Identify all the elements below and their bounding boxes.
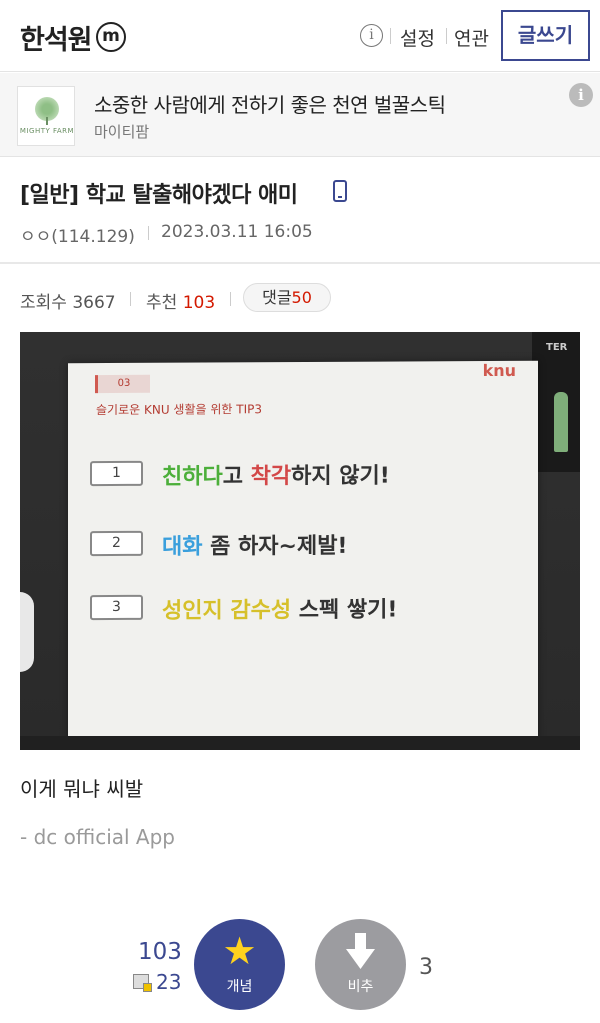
post-title: [일반] 학교 탈출해야겠다 애미 xyxy=(20,183,298,208)
star-icon: ★ xyxy=(222,929,257,973)
slide-row-number: 3 xyxy=(90,594,143,621)
advertiser-logo-text: MIGHTY FARM xyxy=(19,127,75,135)
upvote-button[interactable]: ★ 개념 xyxy=(194,919,285,1010)
bottle-shape xyxy=(554,392,568,452)
divider xyxy=(130,292,131,306)
slide-logo: knu xyxy=(482,360,516,381)
view-count-value: 3667 xyxy=(72,293,116,313)
slide-text-part: 성인지 감수성 xyxy=(162,598,292,624)
ad-advertiser: 마이티팜 xyxy=(94,123,150,141)
ad-title[interactable]: 소중한 사람에게 전하기 좋은 천연 벌꿀스틱 xyxy=(94,89,446,118)
arrow-down-icon xyxy=(346,933,375,969)
divider xyxy=(0,262,600,264)
ad-banner[interactable]: MIGHTY FARM 소중한 사람에게 전하기 좋은 천연 벌꿀스틱 마이티팜… xyxy=(0,73,600,157)
view-count: 조회수 3667 xyxy=(20,288,116,313)
projected-slide: 03 knu 슬기로운 KNU 생활을 위한 TIP3 1 친하다고 착각하지 … xyxy=(68,360,538,746)
downvote-label: 비추 xyxy=(347,979,374,995)
comment-button[interactable]: 댓글50 xyxy=(243,283,331,312)
recommend-count-label: 추천 xyxy=(146,293,178,313)
slide-text-part: 좀 하자~제발! xyxy=(202,533,348,560)
slide-text-part: 착각 xyxy=(250,464,292,490)
recommend-count-value: 103 xyxy=(182,293,216,313)
downvote-count: 3 xyxy=(419,955,433,980)
post-datetime: 2023.03.11 16:05 xyxy=(161,222,313,242)
slide-row-number: 2 xyxy=(90,530,143,557)
write-button[interactable]: 글쓰기 xyxy=(501,10,590,61)
photo-glare xyxy=(20,592,34,672)
slide-subtitle: 슬기로운 KNU 생활을 위한 TIP3 xyxy=(96,402,262,418)
slide-text-part: 대화 xyxy=(162,534,203,560)
ad-info-icon[interactable]: i xyxy=(569,83,593,107)
recommend-count: 추천 103 xyxy=(146,288,215,313)
recommend-total: 103 xyxy=(138,939,182,965)
slide-text-part: 고 xyxy=(222,464,251,490)
settings-link[interactable]: 설정 xyxy=(400,24,435,51)
slide-number: 03 xyxy=(95,374,150,394)
fix-recommend-count: 23 xyxy=(156,970,182,994)
downvote-button[interactable]: 비추 xyxy=(315,919,406,1010)
slide-text-part: 하지 않기! xyxy=(291,463,390,490)
post-body: 이게 뭐냐 씨발 xyxy=(20,777,144,801)
photo-side-label: TER xyxy=(546,342,568,353)
gallery-title[interactable]: 한석원 xyxy=(20,18,93,57)
slide-row-text: 성인지 감수성 스펙 쌓기! xyxy=(162,592,397,625)
slide-text-part: 친하다 xyxy=(162,464,223,490)
minor-gallery-icon: m xyxy=(96,22,126,52)
slide-row-number: 1 xyxy=(90,460,143,487)
slide-row-text: 친하다고 착각하지 않기! xyxy=(162,458,390,491)
related-link[interactable]: 연관 xyxy=(454,24,489,51)
photo-background-shelf: TER xyxy=(532,332,580,472)
comment-count: 50 xyxy=(291,288,312,307)
tree-trunk xyxy=(46,117,48,125)
advertiser-logo: MIGHTY FARM xyxy=(17,86,75,146)
mobile-icon xyxy=(333,180,347,202)
photo-taskbar xyxy=(20,736,580,750)
info-icon[interactable]: i xyxy=(360,24,383,47)
divider xyxy=(148,226,149,240)
divider xyxy=(230,292,231,306)
comment-label: 댓글 xyxy=(262,288,292,307)
post-signature: - dc official App xyxy=(20,825,175,849)
gallery-header: 한석원 m i 설정 연관 글쓰기 xyxy=(0,0,600,72)
fix-icon xyxy=(133,974,152,992)
slide-text-part: 스펙 쌓기! xyxy=(291,597,398,624)
upvote-label: 개념 xyxy=(226,979,253,995)
post-image[interactable]: TER 03 knu 슬기로운 KNU 생활을 위한 TIP3 1 친하다고 착… xyxy=(20,332,580,750)
view-count-label: 조회수 xyxy=(20,293,67,313)
post-author[interactable]: ㅇㅇ(114.129) xyxy=(20,222,135,247)
slide-row-text: 대화 좀 하자~제발! xyxy=(162,528,347,561)
divider xyxy=(390,28,391,44)
divider xyxy=(446,28,447,44)
